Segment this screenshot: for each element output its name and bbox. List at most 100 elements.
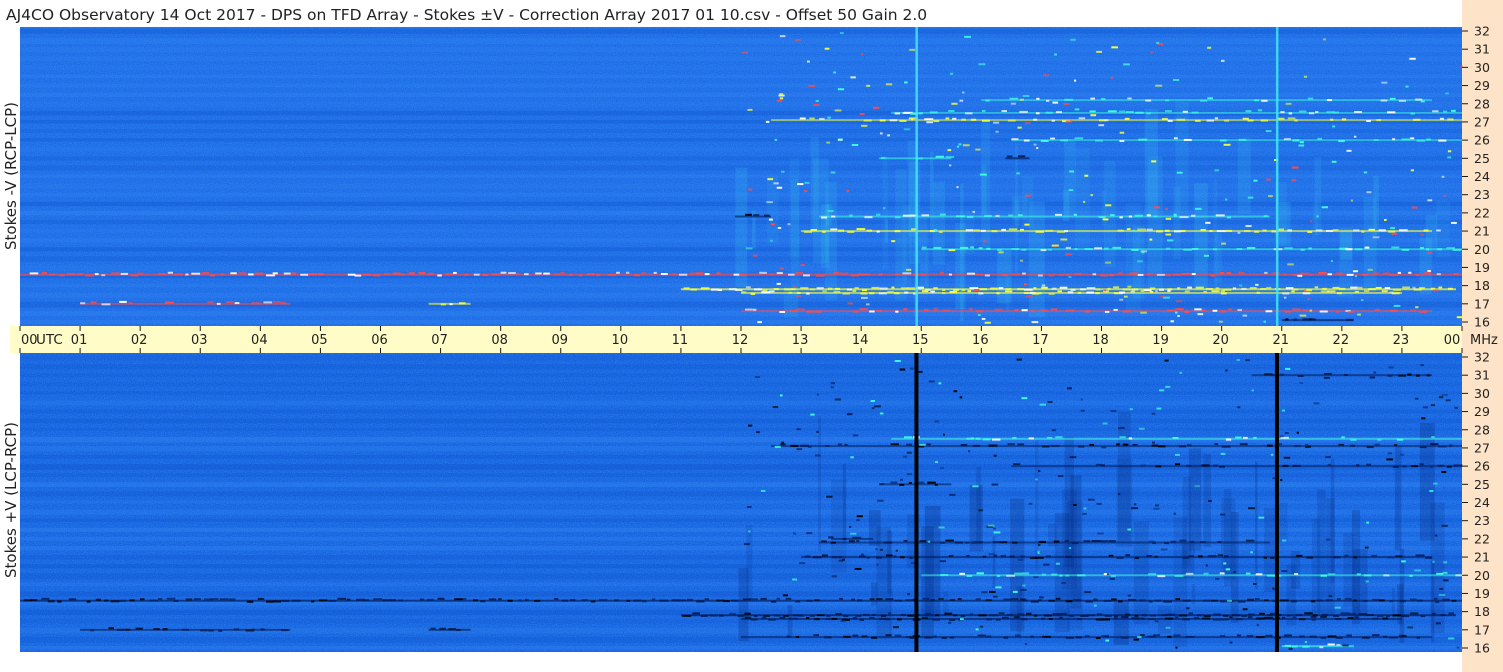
signal-fragment	[1324, 372, 1332, 375]
signal-speckle	[1432, 560, 1435, 563]
signal-fragment	[1148, 618, 1156, 621]
stokes-minus-v-panel: 3231302928272625242322212019181716 Stoke…	[2, 24, 1490, 330]
signal-fragment	[885, 598, 894, 601]
signal-fragment	[1041, 309, 1048, 312]
signal-fragment	[953, 288, 959, 291]
signal-fragment	[238, 272, 247, 275]
signal-fragment	[201, 271, 210, 274]
signal-speckle	[894, 634, 902, 637]
signal-fragment	[1385, 615, 1390, 618]
signal-speckle	[1127, 528, 1132, 531]
signal-fragment	[1377, 615, 1384, 618]
signal-fragment	[899, 483, 905, 486]
signal-fragment	[906, 443, 912, 446]
signal-fragment	[700, 614, 708, 617]
signal-fragment	[207, 301, 214, 304]
signal-fragment	[814, 618, 820, 621]
signal-fragment	[1300, 248, 1305, 251]
signal-speckle	[810, 413, 815, 416]
signal-speckle	[1194, 485, 1200, 488]
signal-fragment	[1377, 438, 1382, 441]
signal-fragment	[1417, 599, 1423, 602]
signal-fragment	[821, 554, 828, 557]
signal-speckle	[779, 93, 784, 96]
signal-speckle	[793, 286, 797, 289]
signal-fragment	[1085, 600, 1093, 603]
signal-speckle	[1096, 50, 1102, 53]
signal-speckle	[1090, 114, 1097, 117]
signal-fragment	[362, 273, 372, 276]
signal-fragment	[534, 599, 541, 602]
signal-fragment	[1095, 637, 1101, 640]
signal-fragment	[1111, 598, 1117, 601]
utc-tick-label: 21	[1272, 333, 1289, 348]
signal-fragment	[1140, 289, 1145, 292]
signal-fragment	[866, 556, 870, 559]
signal-speckle	[1154, 620, 1159, 623]
signal-speckle	[1172, 78, 1180, 81]
frequency-band	[20, 38, 1462, 45]
signal-fragment	[452, 271, 457, 274]
signal-fragment	[924, 636, 933, 639]
signal-fragment	[796, 291, 801, 294]
signal-fragment	[1167, 119, 1173, 122]
signal-fragment	[1356, 464, 1360, 467]
signal-speckle	[1280, 478, 1283, 481]
frequency-band	[20, 418, 1462, 424]
signal-speckle	[1068, 189, 1074, 192]
utc-tick-label: 02	[131, 333, 148, 348]
signal-speckle	[779, 97, 784, 100]
signal-fragment	[905, 599, 914, 602]
signal-speckle	[779, 35, 786, 38]
signal-streak	[771, 445, 1462, 448]
signal-fragment	[1045, 99, 1050, 102]
signal-fragment	[935, 155, 945, 158]
signal-speckle	[1225, 568, 1230, 571]
signal-fragment	[716, 599, 725, 602]
signal-speckle	[1080, 409, 1085, 412]
signal-speckle	[1369, 376, 1375, 379]
signal-fragment	[1003, 636, 1009, 639]
signal-fragment	[653, 271, 657, 274]
signal-fragment	[982, 555, 987, 558]
signal-fragment	[1440, 614, 1446, 617]
signal-fragment	[1315, 229, 1323, 232]
signal-speckle	[1186, 607, 1190, 610]
signal-fragment	[1214, 117, 1219, 120]
signal-speckle	[1024, 643, 1028, 646]
signal-fragment	[1399, 229, 1408, 232]
signal-speckle	[1220, 59, 1225, 62]
signal-fragment	[1291, 645, 1298, 648]
signal-speckle	[1017, 558, 1024, 561]
signal-fragment	[1050, 308, 1058, 311]
frequency-tick-label: 19	[1474, 260, 1490, 275]
signal-fragment	[1371, 554, 1378, 557]
signal-fragment	[1040, 139, 1049, 142]
signal-fragment	[830, 228, 838, 231]
signal-fragment	[1046, 436, 1053, 439]
signal-speckle	[1253, 179, 1258, 182]
signal-speckle	[959, 396, 963, 399]
signal-fragment	[1103, 599, 1112, 602]
signal-fragment	[1176, 118, 1186, 121]
signal-fragment	[1265, 634, 1273, 637]
signal-fragment	[210, 274, 216, 277]
signal-fragment	[1006, 613, 1013, 616]
signal-fragment	[806, 292, 810, 295]
signal-speckle	[1398, 634, 1405, 637]
signal-speckle	[1039, 596, 1044, 599]
signal-fragment	[786, 635, 791, 638]
signal-speckle	[1332, 125, 1336, 128]
signal-speckle	[842, 558, 845, 561]
activity-column	[1394, 446, 1402, 551]
signal-fragment	[1187, 286, 1193, 289]
signal-fragment	[233, 628, 240, 631]
signal-fragment	[1398, 374, 1406, 377]
signal-fragment	[1104, 615, 1112, 618]
signal-fragment	[1247, 616, 1253, 619]
signal-fragment	[960, 614, 965, 617]
signal-fragment	[1383, 574, 1390, 577]
signal-speckle	[870, 399, 875, 402]
signal-speckle	[939, 560, 947, 563]
signal-speckle	[1448, 637, 1455, 640]
